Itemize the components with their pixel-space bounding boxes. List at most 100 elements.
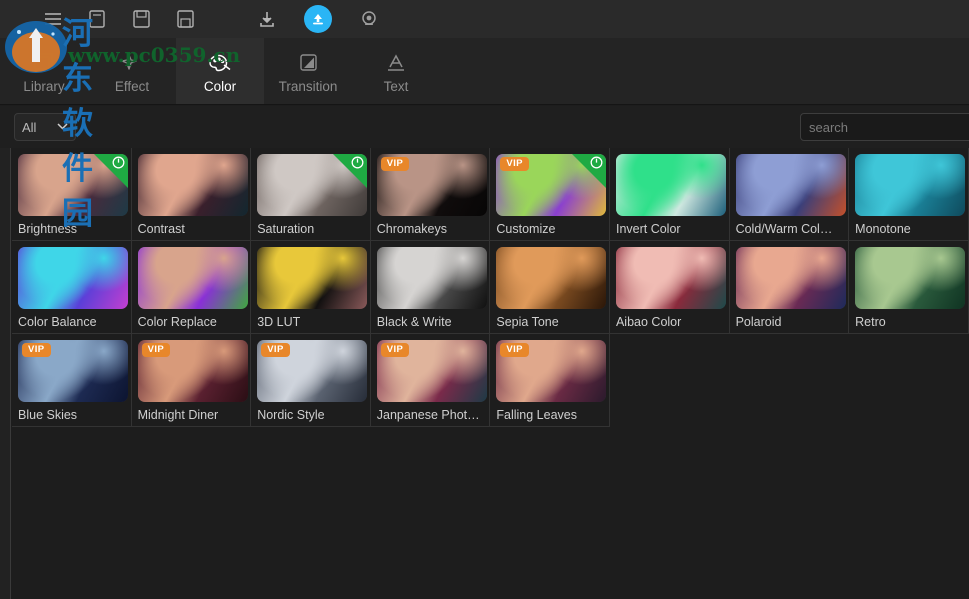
effect-thumbnail[interactable] [736,154,846,216]
power-icon [351,156,364,169]
effect-thumbnail[interactable]: VIP [18,340,128,402]
effect-preview-image [855,154,965,216]
effect-label: Falling Leaves [496,408,608,422]
vip-badge: VIP [22,343,51,357]
effect-thumbnail[interactable]: VIP [138,340,248,402]
effect-cell[interactable]: 3D LUT [251,241,371,334]
effect-cell[interactable]: VIP Blue Skies [12,334,132,427]
effect-thumbnail[interactable] [616,247,726,309]
new-project-icon[interactable] [86,8,108,30]
effect-thumbnail[interactable] [18,247,128,309]
save-project-icon[interactable] [174,8,196,30]
effect-icon [120,48,144,74]
effect-label: Customize [496,222,608,236]
effect-label: Chromakeys [377,222,489,236]
vip-badge: VIP [142,343,171,357]
effect-cell[interactable]: Contrast [132,148,252,241]
panel-left-gutter [0,148,11,599]
effect-thumbnail[interactable] [616,154,726,216]
effect-preview-image [377,247,487,309]
tab-library-label: Library [23,79,64,94]
effect-label: Color Replace [138,315,250,329]
effect-cell[interactable]: Monotone [849,148,969,241]
effect-label: Contrast [138,222,250,236]
effect-cell[interactable]: VIPMidnight Diner [132,334,252,427]
effect-thumbnail[interactable] [736,247,846,309]
effect-preview-image [616,247,726,309]
effect-label: Saturation [257,222,369,236]
effect-label: Monotone [855,222,967,236]
effect-cell[interactable]: Black & Write [371,241,491,334]
vip-badge: VIP [381,157,410,171]
effect-thumbnail[interactable]: VIP [496,340,606,402]
effect-cell[interactable]: VIP Falling Leaves [490,334,610,427]
effect-cell[interactable]: VIP Chromakeys [371,148,491,241]
power-icon [112,156,125,169]
effect-cell[interactable]: Polaroid [730,241,850,334]
effect-cell[interactable]: VIP Nordic Style [251,334,371,427]
transition-icon [296,48,320,74]
effect-thumbnail[interactable] [138,154,248,216]
effect-label: Janpanese Phot… [377,408,489,422]
effect-thumbnail[interactable] [855,247,965,309]
palette-icon [207,48,233,74]
menu-icon[interactable] [42,8,64,30]
effect-cell[interactable]: Color Replace [132,241,252,334]
text-icon [384,48,408,74]
vip-badge: VIP [500,343,529,357]
effect-thumbnail[interactable]: VIP [257,340,367,402]
upload-button[interactable] [304,5,332,33]
tab-transition[interactable]: Transition [264,38,352,104]
effects-grid: Brightness Contrast Saturation VIP Chromakey… [12,148,969,427]
effect-preview-image [138,247,248,309]
effect-cell[interactable]: VIP Customize [490,148,610,241]
effect-preview-image [138,154,248,216]
record-webcam-icon[interactable] [358,8,380,30]
download-icon[interactable] [256,8,278,30]
effect-preview-image [18,247,128,309]
effect-thumbnail[interactable] [855,154,965,216]
effect-cell[interactable]: Retro [849,241,969,334]
tab-transition-label: Transition [279,79,338,94]
vip-badge: VIP [261,343,290,357]
effect-thumbnail[interactable] [377,247,487,309]
effect-cell[interactable]: Brightness [12,148,132,241]
effect-label: Nordic Style [257,408,369,422]
effect-label: Polaroid [736,315,848,329]
effect-preview-image [616,154,726,216]
effect-thumbnail[interactable] [257,154,367,216]
vip-badge: VIP [381,343,410,357]
effect-thumbnail[interactable] [138,247,248,309]
effect-thumbnail[interactable] [257,247,367,309]
category-filter-select[interactable]: All [14,113,76,141]
effect-cell[interactable]: Cold/Warm Col… [730,148,850,241]
tab-library[interactable]: Library [0,38,88,104]
effect-thumbnail[interactable]: VIP [377,340,487,402]
effect-thumbnail[interactable] [18,154,128,216]
tab-text[interactable]: Text [352,38,440,104]
tab-color-label: Color [204,79,236,94]
effect-label: Color Balance [18,315,130,329]
search-box[interactable] [800,113,969,141]
power-icon [590,156,603,169]
effect-preview-image [496,247,606,309]
effect-thumbnail[interactable] [496,247,606,309]
downloaded-corner-badge [572,154,606,188]
effect-cell[interactable]: Saturation [251,148,371,241]
effect-cell[interactable]: VIP Janpanese Phot… [371,334,491,427]
effect-cell[interactable]: Sepia Tone [490,241,610,334]
effect-preview-image [736,154,846,216]
tab-effect-label: Effect [115,79,149,94]
open-project-icon[interactable] [130,8,152,30]
tab-color[interactable]: Color [176,38,264,104]
effect-cell[interactable]: Color Balance [12,241,132,334]
effect-label: Retro [855,315,967,329]
tab-effect[interactable]: Effect [88,38,176,104]
effect-thumbnail[interactable]: VIP [496,154,606,216]
effect-label: Blue Skies [18,408,130,422]
effect-cell[interactable]: Aibao Color [610,241,730,334]
search-input[interactable] [809,120,969,135]
vip-badge: VIP [500,157,529,171]
effect-cell[interactable]: Invert Color [610,148,730,241]
effect-thumbnail[interactable]: VIP [377,154,487,216]
